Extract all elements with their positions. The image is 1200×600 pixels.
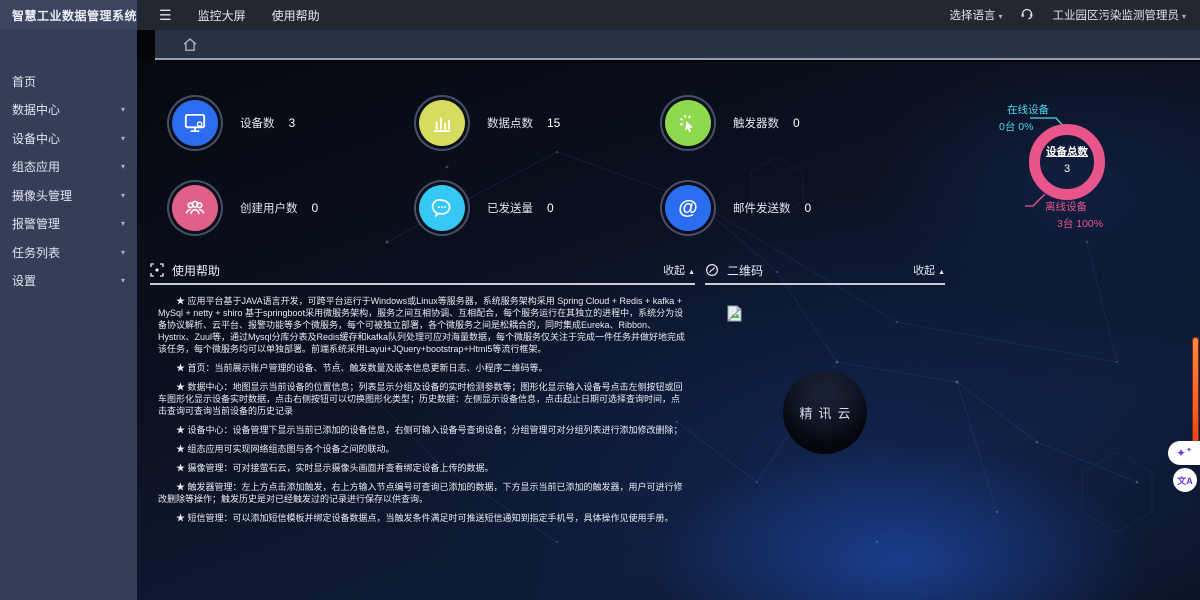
usage-help-title: 使用帮助 xyxy=(172,262,220,279)
stat-card-devices: 设备数 3 xyxy=(172,100,295,146)
chevron-down-icon: ▾ xyxy=(121,105,125,114)
qrcode-title: 二维码 xyxy=(727,262,763,279)
chevron-up-icon: ▲ xyxy=(938,269,945,276)
chevron-up-icon: ▲ xyxy=(688,269,695,276)
usage-help-text: ★ 应用平台基于JAVA语言开发，可跨平台运行于Windows或Linux等服务… xyxy=(150,285,695,525)
chevron-down-icon: ▾ xyxy=(121,191,125,200)
message-icon xyxy=(419,185,465,231)
stat-card-data-points: 数据点数 15 xyxy=(419,100,560,146)
sparkle-icon: ✦✦ xyxy=(1176,446,1192,460)
language-selector[interactable]: 选择语言▾ xyxy=(949,6,1002,24)
monitor-icon xyxy=(172,100,218,146)
stat-card-triggers: 触发器数 0 xyxy=(665,100,800,146)
translate-extension-button[interactable]: 文A xyxy=(1173,468,1197,492)
online-devices-value: 0台 0% xyxy=(999,119,1033,134)
trigger-click-icon xyxy=(665,100,711,146)
stat-card-sent: 已发送量 0 xyxy=(419,185,554,231)
chevron-down-icon: ▾ xyxy=(1182,12,1186,21)
qrcode-icon xyxy=(705,263,719,277)
app-title: 智慧工业数据管理系统 xyxy=(0,0,137,30)
tab-strip xyxy=(155,30,1200,60)
top-navbar: 智慧工业数据管理系统 ☰ 监控大屏 使用帮助 选择语言▾ 工业园区污染监测管理员… xyxy=(0,0,1200,30)
scan-icon xyxy=(150,263,164,277)
sidebar-item-home[interactable]: 首页 xyxy=(0,67,137,96)
sidebar-item-camera-management[interactable]: 摄像头管理 ▾ xyxy=(0,181,137,210)
chevron-down-icon: ▾ xyxy=(121,248,125,257)
sidebar-item-data-center[interactable]: 数据中心 ▾ xyxy=(0,96,137,125)
sidebar-item-configuration-app[interactable]: 组态应用 ▾ xyxy=(0,153,137,182)
broken-image-icon xyxy=(727,305,742,322)
chevron-down-icon: ▾ xyxy=(121,134,125,143)
stat-card-emails: @ 邮件发送数 0 xyxy=(665,185,811,231)
offline-devices-label: 离线设备 xyxy=(1045,199,1087,214)
jingxun-cloud-watermark: 精讯云 xyxy=(783,370,867,454)
sidebar-item-task-list[interactable]: 任务列表 ▾ xyxy=(0,238,137,267)
main-area: 设备数 3 数据点数 15 触发器数 0 xyxy=(137,30,1200,600)
chevron-down-icon: ▾ xyxy=(121,219,125,228)
chevron-down-icon: ▾ xyxy=(121,276,125,285)
bar-chart-icon xyxy=(419,100,465,146)
qrcode-header: 二维码 收起▲ xyxy=(705,257,945,285)
nav-usage-help[interactable]: 使用帮助 xyxy=(272,7,320,24)
nav-monitor-screen[interactable]: 监控大屏 xyxy=(198,7,246,24)
translate-icon: 文A xyxy=(1177,474,1193,487)
dashboard-content: 设备数 3 数据点数 15 触发器数 0 xyxy=(137,62,1200,600)
sidebar-item-alarm-management[interactable]: 报警管理 ▾ xyxy=(0,210,137,239)
hamburger-menu-icon[interactable]: ☰ xyxy=(159,7,172,24)
chevron-down-icon: ▾ xyxy=(998,12,1002,21)
user-menu[interactable]: 工业园区污染监测管理员▾ xyxy=(1052,6,1186,24)
donut-title: 设备总数 xyxy=(1029,144,1105,159)
help-collapse-button[interactable]: 收起▲ xyxy=(663,262,695,278)
users-icon xyxy=(172,185,218,231)
headset-icon[interactable] xyxy=(1020,6,1034,25)
qr-collapse-button[interactable]: 收起▲ xyxy=(913,262,945,278)
sidebar: 首页 数据中心 ▾ 设备中心 ▾ 组态应用 ▾ 摄像头管理 ▾ 报警管理 ▾ 任… xyxy=(0,30,137,600)
chevron-down-icon: ▾ xyxy=(121,162,125,171)
usage-help-header: 使用帮助 收起▲ xyxy=(150,257,695,285)
stat-card-users: 创建用户数 0 xyxy=(172,185,318,231)
sidebar-item-device-center[interactable]: 设备中心 ▾ xyxy=(0,124,137,153)
offline-devices-value: 3台 100% xyxy=(1057,216,1103,231)
donut-total-value: 3 xyxy=(1029,163,1105,175)
home-tab[interactable] xyxy=(181,36,199,54)
page-scrollbar-thumb[interactable] xyxy=(1192,337,1199,443)
at-icon: @ xyxy=(665,185,711,231)
sparkle-extension-button[interactable]: ✦✦ xyxy=(1168,441,1200,465)
usage-help-panel: 使用帮助 收起▲ ★ 应用平台基于JAVA语言开发，可跨平台运行于Windows… xyxy=(150,257,695,525)
sidebar-item-settings[interactable]: 设置 ▾ xyxy=(0,267,137,296)
